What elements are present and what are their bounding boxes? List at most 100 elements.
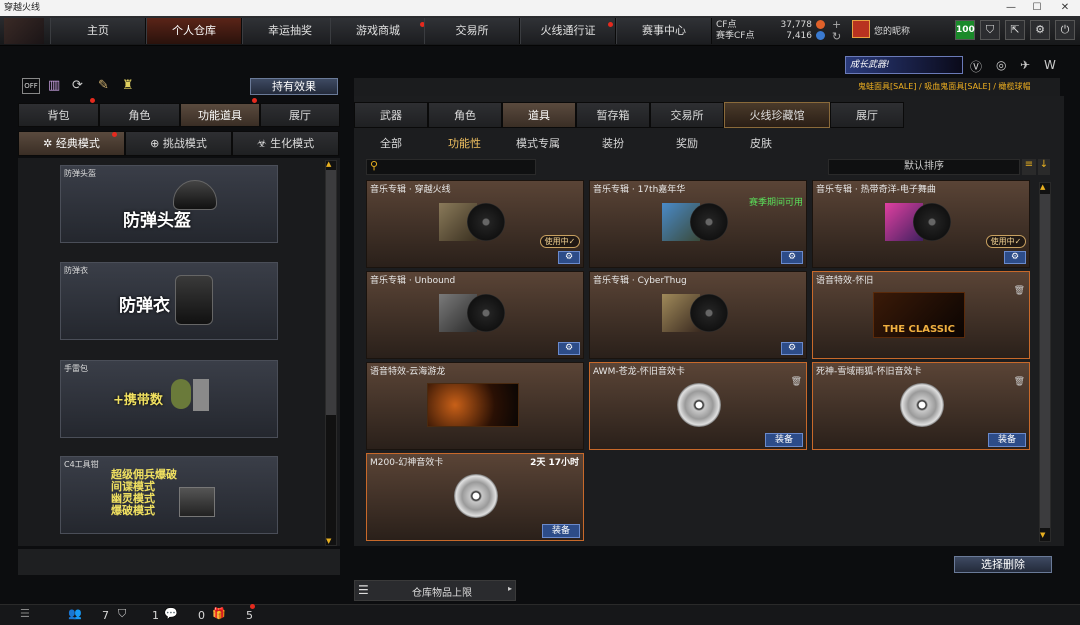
- scroll-down-icon[interactable]: ▼: [1040, 531, 1045, 539]
- mode-challenge[interactable]: ⊕ 挑战模式: [125, 131, 232, 156]
- right-tab-exchange[interactable]: 交易所: [650, 102, 724, 128]
- nav-tab-pass[interactable]: 火线通行证: [520, 18, 616, 44]
- cycle-icon[interactable]: ⟳: [72, 78, 83, 93]
- friends-icon[interactable]: 👥: [68, 607, 82, 620]
- close-window-button[interactable]: ✕: [1052, 0, 1078, 16]
- search-input[interactable]: [366, 159, 536, 175]
- delete-select-button[interactable]: 选择删除: [954, 556, 1052, 573]
- scroll-up-icon[interactable]: ▲: [326, 160, 331, 168]
- minimize-button[interactable]: —: [998, 0, 1024, 16]
- settings-gear-icon[interactable]: ⚙: [1030, 20, 1050, 40]
- subtab-functional[interactable]: 功能性: [448, 135, 481, 151]
- item-card[interactable]: AWM-苍龙-怀旧音效卡 🗑 装备: [589, 362, 807, 450]
- card-vest[interactable]: 防弹衣 防弹衣: [60, 262, 278, 340]
- sort-down-icon[interactable]: ↓: [1038, 159, 1050, 175]
- equip-button[interactable]: 装备: [988, 433, 1026, 447]
- item-card[interactable]: 音乐专辑 · 17th嘉年华 赛季期间可用 ⚙: [589, 180, 807, 268]
- right-tab-hall[interactable]: 展厅: [830, 102, 904, 128]
- trash-icon[interactable]: 🗑: [1014, 377, 1025, 387]
- list-view-icon[interactable]: ≡: [1022, 159, 1036, 175]
- item-card[interactable]: 死神-雪域雨狐-怀旧音效卡 🗑 装备: [812, 362, 1030, 450]
- cf-points-value: 37,778: [780, 20, 813, 30]
- nav-tab-exchange[interactable]: 交易所: [424, 18, 520, 44]
- nav-tab-shop[interactable]: 游戏商城: [330, 18, 426, 44]
- sort-select[interactable]: 默认排序: [828, 159, 1020, 175]
- item-name: 死神-雪域雨狐-怀旧音效卡: [816, 367, 922, 377]
- gift-icon[interactable]: 🎁: [212, 607, 226, 620]
- nav-tab-warehouse[interactable]: 个人仓库: [146, 18, 242, 44]
- item-card[interactable]: 音乐专辑 · 热带奇洋-电子舞曲 使用中✓ ⚙: [812, 180, 1030, 268]
- left-tab-bag[interactable]: 背包: [18, 103, 99, 127]
- chat-icon[interactable]: 💬: [164, 607, 178, 620]
- equip-button[interactable]: 装备: [765, 433, 803, 447]
- spray-icon[interactable]: ✎: [98, 78, 109, 93]
- season-note: 赛季期间可用: [748, 198, 803, 208]
- gear-icon[interactable]: ⚙: [558, 342, 580, 355]
- subtab-all[interactable]: 全部: [380, 135, 402, 151]
- mode-zombie[interactable]: ☣ 生化模式: [232, 131, 339, 156]
- refresh-icon[interactable]: ↻: [832, 30, 841, 43]
- left-tab-hall[interactable]: 展厅: [260, 103, 340, 127]
- right-scroll-thumb[interactable]: [1040, 194, 1050, 528]
- effect-button[interactable]: 持有效果: [250, 78, 338, 95]
- left-tab-function[interactable]: 功能道具: [180, 103, 260, 127]
- item-card[interactable]: 音乐专辑 · 穿越火线 使用中✓ ⚙: [366, 180, 584, 268]
- toggle-icon[interactable]: OFF: [22, 78, 40, 94]
- promo-text[interactable]: 鬼蛙面具[SALE] / 吸血鬼面具[SALE] / 橄榄球帽: [858, 81, 1030, 92]
- gear-icon[interactable]: ⚙: [781, 342, 803, 355]
- left-tab-character[interactable]: 角色: [99, 103, 180, 127]
- item-card[interactable]: 音乐专辑 · CyberThug ⚙: [589, 271, 807, 359]
- target-icon[interactable]: ◎: [996, 58, 1006, 72]
- scroll-up-icon[interactable]: ▲: [1040, 183, 1045, 191]
- item-card[interactable]: 语音特效-怀旧 🗑 THE CLASSIC: [812, 271, 1030, 359]
- nav-tab-events[interactable]: 赛事中心: [616, 18, 712, 44]
- wing-icon[interactable]: ✈: [1020, 58, 1030, 72]
- menu-icon[interactable]: ☰: [20, 607, 30, 620]
- clan-shield-icon[interactable]: ⛉: [118, 607, 126, 621]
- item-card[interactable]: M200-幻神音效卡 2天 17小时 装备: [366, 453, 584, 541]
- subtab-costume[interactable]: 装扮: [602, 135, 624, 151]
- subtab-reward[interactable]: 奖励: [676, 135, 698, 151]
- promo-banner[interactable]: 成长武器!: [845, 56, 963, 74]
- nav-tab-lottery[interactable]: 幸运抽奖: [242, 18, 338, 44]
- left-scroll-thumb[interactable]: [326, 170, 336, 415]
- avatar[interactable]: [852, 20, 870, 38]
- trash-icon[interactable]: 🗑: [1014, 286, 1025, 296]
- exit-room-icon[interactable]: ⇱: [1005, 20, 1025, 40]
- game-logo[interactable]: [4, 18, 44, 44]
- trash-icon[interactable]: 🗑: [791, 377, 802, 387]
- card-c4[interactable]: C4工具钳 超级佣兵爆破 间谍模式 幽灵模式 爆破模式: [60, 456, 278, 534]
- vinyl-icon: [467, 203, 505, 241]
- subtab-skin[interactable]: 皮肤: [750, 135, 772, 151]
- bottom-bar: [0, 604, 1080, 625]
- item-card[interactable]: 音乐专辑 · Unbound ⚙: [366, 271, 584, 359]
- right-tab-collection[interactable]: 火线珍藏馆: [724, 102, 830, 128]
- equip-button[interactable]: 装备: [542, 524, 580, 538]
- chart-icon[interactable]: ▥: [48, 78, 60, 93]
- card-helmet[interactable]: 防弹头盔 防弹头盔: [60, 165, 278, 243]
- card-grenade[interactable]: 手雷包 +携带数: [60, 360, 278, 438]
- friends-count: 7: [102, 609, 109, 622]
- right-tab-item[interactable]: 道具: [502, 102, 576, 128]
- power-icon[interactable]: ⏻: [1055, 20, 1075, 40]
- gear-icon[interactable]: ⚙: [781, 251, 803, 264]
- v-badge-icon[interactable]: Ⓥ: [970, 58, 982, 75]
- expand-arrow-icon[interactable]: ▸: [508, 584, 512, 593]
- mode-classic[interactable]: ✲ 经典模式: [18, 131, 125, 156]
- right-tab-weapon[interactable]: 武器: [354, 102, 428, 128]
- subtab-mode[interactable]: 模式专属: [516, 135, 560, 151]
- item-card[interactable]: 语音特效-云海游龙: [366, 362, 584, 450]
- w-logo-icon[interactable]: W: [1044, 58, 1056, 72]
- gear-icon[interactable]: ⚙: [1004, 251, 1026, 264]
- right-tab-temp[interactable]: 暂存箱: [576, 102, 650, 128]
- scroll-down-icon[interactable]: ▼: [326, 537, 331, 545]
- cf-points-label: CF点: [716, 20, 737, 30]
- shield-icon[interactable]: ⛉: [980, 20, 1000, 40]
- nav-tab-home[interactable]: 主页: [50, 18, 146, 44]
- maximize-button[interactable]: ☐: [1024, 0, 1050, 16]
- window-title-bar: 穿越火线: [0, 0, 1080, 16]
- gear-icon[interactable]: ⚙: [558, 251, 580, 264]
- bottle-icon[interactable]: ♜: [122, 78, 134, 93]
- right-tab-character[interactable]: 角色: [428, 102, 502, 128]
- notification-dot: [608, 22, 613, 27]
